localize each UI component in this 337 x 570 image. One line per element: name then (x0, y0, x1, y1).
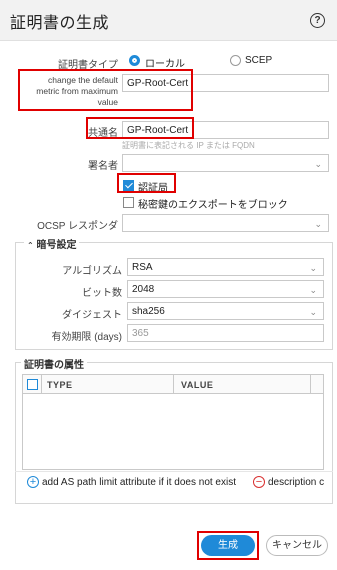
algorithm-select[interactable]: RSA ⌄ (127, 258, 324, 276)
scep-radio[interactable] (230, 55, 241, 66)
chevron-down-icon: ⌄ (309, 307, 317, 317)
digest-select[interactable]: sha256 ⌄ (127, 302, 324, 320)
highlight-box (197, 531, 259, 560)
column-divider (310, 375, 311, 393)
block-export-checkbox[interactable] (123, 197, 134, 208)
column-type: TYPE (47, 380, 73, 390)
dialog-header: 証明書の生成 ? (0, 0, 337, 41)
block-export-label: 秘密鍵のエクスポートをブロック (138, 200, 288, 211)
column-divider (173, 375, 174, 393)
column-value: VALUE (181, 380, 214, 390)
algorithm-label: アルゴリズム (62, 266, 122, 277)
divider (15, 471, 333, 472)
chevron-down-icon: ⌄ (309, 285, 317, 295)
chevron-down-icon: ⌄ (309, 263, 317, 273)
cancel-button[interactable]: キャンセル (266, 535, 328, 556)
bits-select[interactable]: 2048 ⌄ (127, 280, 324, 298)
crypto-legend[interactable]: ⌃ 暗号設定 (24, 236, 80, 251)
attributes-legend: 証明書の属性 (21, 356, 87, 371)
attributes-table: TYPE VALUE (22, 374, 324, 470)
delete-attribute-button[interactable]: description c (268, 477, 326, 488)
signed-by-label: 署名者 (88, 161, 118, 172)
dialog-title: 証明書の生成 (10, 15, 110, 32)
expiry-label: 有効期限 (days) (51, 332, 122, 343)
bits-label: ビット数 (82, 288, 122, 299)
highlight-box (86, 117, 194, 139)
chevron-up-icon: ⌃ (27, 241, 34, 250)
add-icon[interactable]: + (27, 476, 39, 488)
highlight-box (117, 173, 176, 193)
local-radio-label: ローカル (145, 59, 185, 70)
help-icon[interactable]: ? (310, 13, 325, 28)
ocsp-select[interactable]: ⌄ (122, 214, 329, 232)
chevron-down-icon: ⌄ (314, 219, 322, 229)
add-attribute-button[interactable]: add AS path limit attribute if it does n… (42, 477, 236, 488)
scep-radio-label: SCEP (245, 55, 273, 66)
digest-label: ダイジェスト (62, 310, 122, 321)
highlight-box (18, 69, 193, 111)
delete-icon[interactable]: − (253, 476, 265, 488)
signed-by-select[interactable]: ⌄ (122, 154, 329, 172)
select-all-checkbox[interactable] (27, 379, 38, 390)
expiry-input[interactable]: 365 (127, 324, 324, 342)
local-radio[interactable] (129, 55, 140, 66)
chevron-down-icon: ⌄ (314, 159, 322, 169)
common-name-hint: 証明書に表記される IP または FQDN (122, 141, 255, 150)
ocsp-label: OCSP レスポンダ (37, 221, 118, 232)
